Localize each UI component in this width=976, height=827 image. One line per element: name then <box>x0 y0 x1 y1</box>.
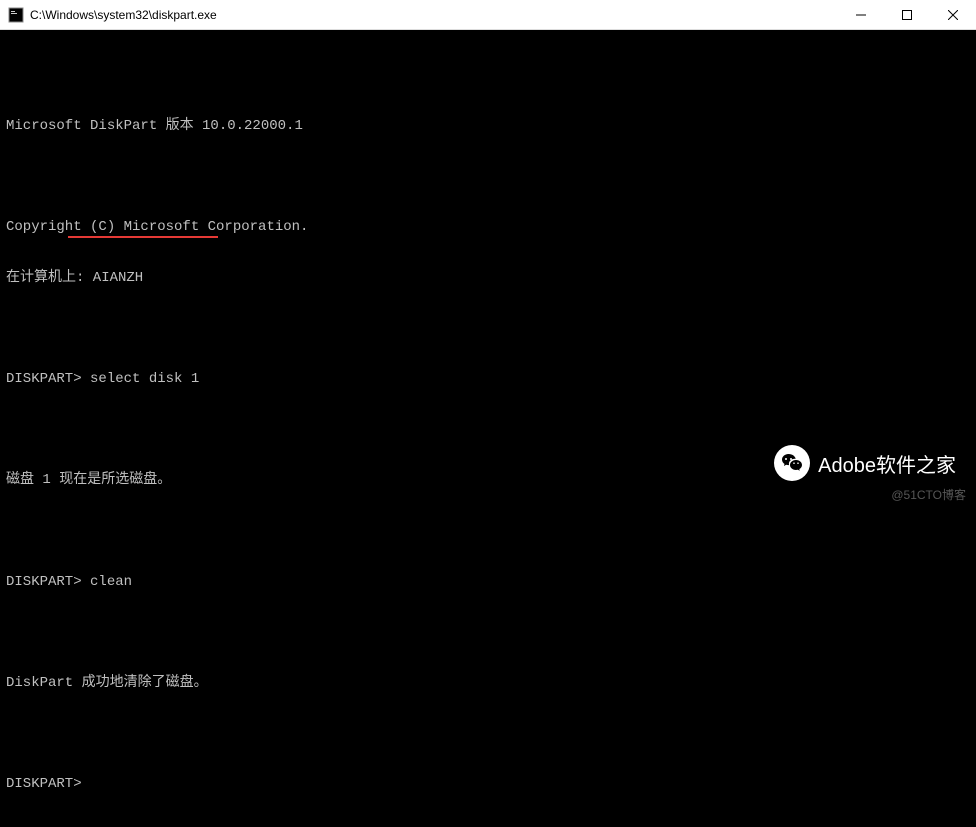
badge-text: Adobe软件之家 <box>818 449 956 478</box>
console-line <box>6 169 970 186</box>
console-line <box>6 321 970 338</box>
window-title: C:\Windows\system32\diskpart.exe <box>30 8 838 22</box>
console-line <box>6 422 970 439</box>
wechat-badge: Adobe软件之家 <box>774 445 956 481</box>
console-line <box>6 523 970 540</box>
maximize-button[interactable] <box>884 0 930 29</box>
wechat-icon <box>774 445 810 481</box>
console-line: DiskPart 成功地清除了磁盘。 <box>6 675 970 692</box>
console-line: Copyright (C) Microsoft Corporation. <box>6 219 970 236</box>
console-line: DISKPART> select disk 1 <box>6 371 970 388</box>
console-line: DISKPART> <box>6 776 970 793</box>
app-icon <box>8 7 24 23</box>
close-button[interactable] <box>930 0 976 29</box>
console-line <box>6 725 970 742</box>
minimize-button[interactable] <box>838 0 884 29</box>
watermark-text: @51CTO博客 <box>891 486 966 503</box>
console-line <box>6 68 970 85</box>
window-titlebar: C:\Windows\system32\diskpart.exe <box>0 0 976 30</box>
console-line: Microsoft DiskPart 版本 10.0.22000.1 <box>6 118 970 135</box>
annotation-underline <box>68 236 218 238</box>
window-controls <box>838 0 976 29</box>
console-line <box>6 624 970 641</box>
console-area[interactable]: Microsoft DiskPart 版本 10.0.22000.1 Copyr… <box>0 30 976 511</box>
console-line: 在计算机上: AIANZH <box>6 270 970 287</box>
console-line: DISKPART> clean <box>6 574 970 591</box>
